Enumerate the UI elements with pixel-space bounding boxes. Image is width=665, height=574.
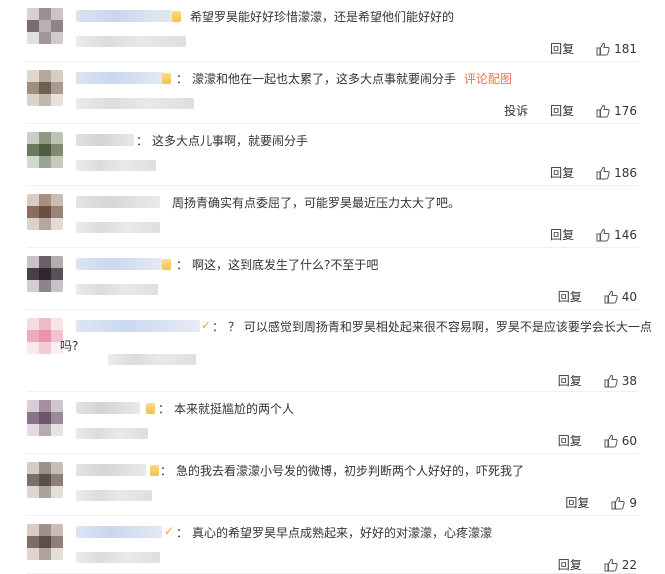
like-button[interactable]: 22 [604, 558, 637, 572]
comment-actions: 回复 146 [550, 226, 637, 243]
username-blurred[interactable] [76, 526, 162, 538]
vip-verified-icon: ✓ [164, 524, 175, 538]
reply-button[interactable]: 回复 [558, 432, 582, 449]
avatar-subtext-blurred [76, 552, 160, 563]
like-count: 22 [621, 557, 637, 572]
vip-badge-icon [162, 259, 171, 270]
report-button[interactable]: 投诉 [504, 102, 528, 119]
avatar[interactable] [27, 256, 63, 292]
comment-item: ✓ ：真心的希望罗昊早点成熟起来，好好的对濛濛，心疼濛濛 回复 22 [0, 516, 665, 574]
thumbs-up-icon [596, 166, 610, 180]
reply-button[interactable]: 回复 [550, 102, 574, 119]
avatar-subtext-blurred [76, 98, 194, 109]
username-blurred[interactable] [76, 402, 140, 414]
like-count: 9 [629, 495, 637, 510]
comment-actions: 投诉 回复 176 [504, 102, 637, 119]
vip-badge-icon [172, 11, 181, 22]
avatar-subtext-blurred [76, 284, 158, 295]
like-count: 38 [621, 373, 637, 388]
like-button[interactable]: 176 [596, 104, 637, 118]
avatar[interactable] [27, 194, 63, 230]
comment-text: 周扬青确实有点委屈了，可能罗昊最近压力太大了吧。 [172, 196, 461, 210]
like-count: 40 [621, 289, 637, 304]
comment-text: ：本来就挺尴尬的两个人 [158, 402, 295, 416]
avatar-subtext-blurred [76, 490, 152, 501]
avatar[interactable] [27, 70, 63, 106]
comment-item: ✓ ：？ 可以感觉到周扬青和罗昊相处起来很不容易啊，罗昊不是应该要学会长大一点吗… [0, 310, 665, 392]
comment-actions: 回复 9 [565, 494, 637, 511]
avatar[interactable] [27, 462, 63, 498]
like-button[interactable]: 40 [604, 290, 637, 304]
username-blurred[interactable] [76, 258, 162, 270]
thumbs-up-icon [596, 228, 610, 242]
reply-button[interactable]: 回复 [565, 494, 589, 511]
reply-button[interactable]: 回复 [550, 226, 574, 243]
reply-button[interactable]: 回复 [550, 40, 574, 57]
like-count: 146 [614, 227, 637, 242]
avatar[interactable] [27, 318, 63, 354]
thumbs-up-icon [604, 374, 618, 388]
comment-text: ：急的我去看濛濛小号发的微博，初步判断两个人好好的，吓死我了 [160, 464, 525, 478]
comment-item: ：急的我去看濛濛小号发的微博，初步判断两个人好好的，吓死我了 回复 9 [0, 454, 665, 516]
vip-badge-icon [146, 403, 155, 414]
avatar-subtext-blurred [108, 354, 196, 365]
username-blurred[interactable] [76, 196, 160, 208]
comment-actions: 回复 186 [550, 164, 637, 181]
comment-picture-link[interactable]: 评论配图 [464, 72, 512, 86]
like-button[interactable]: 60 [604, 434, 637, 448]
avatar[interactable] [27, 400, 63, 436]
comment-item: 希望罗昊能好好珍惜濛濛，还是希望他们能好好的 回复 181 [0, 0, 665, 62]
comment-actions: 回复 40 [558, 288, 637, 305]
comment-text: 希望罗昊能好好珍惜濛濛，还是希望他们能好好的 [190, 10, 455, 24]
avatar-subtext-blurred [76, 428, 148, 439]
like-count: 176 [614, 103, 637, 118]
like-count: 186 [614, 165, 637, 180]
comment-item: ：本来就挺尴尬的两个人 回复 60 [0, 392, 665, 454]
avatar-subtext-blurred [76, 36, 186, 47]
like-button[interactable]: 146 [596, 228, 637, 242]
thumbs-up-icon [604, 290, 618, 304]
thumbs-up-icon [596, 104, 610, 118]
username-blurred[interactable] [76, 72, 164, 84]
comment-text: ：啊这，这到底发生了什么?不至于吧 [176, 258, 379, 272]
avatar[interactable] [27, 132, 63, 168]
username-blurred[interactable] [76, 134, 134, 146]
comment-item: ：啊这，这到底发生了什么?不至于吧 回复 40 [0, 248, 665, 310]
comment-text: ：濛濛和他在一起也太累了，这多大点事就要闹分手 评论配图 [176, 72, 512, 86]
thumbs-up-icon [604, 558, 618, 572]
avatar-subtext-blurred [76, 222, 160, 233]
avatar[interactable] [27, 524, 63, 560]
comment-item: 周扬青确实有点委屈了，可能罗昊最近压力太大了吧。 回复 146 [0, 186, 665, 248]
like-button[interactable]: 186 [596, 166, 637, 180]
comment-actions: 回复 181 [550, 40, 637, 57]
reply-button[interactable]: 回复 [558, 556, 582, 573]
comment-text: ：真心的希望罗昊早点成熟起来，好好的对濛濛，心疼濛濛 [176, 526, 493, 540]
reply-button[interactable]: 回复 [558, 288, 582, 305]
thumbs-up-icon [604, 434, 618, 448]
reply-button[interactable]: 回复 [558, 372, 582, 389]
reply-button[interactable]: 回复 [550, 164, 574, 181]
vip-badge-icon [150, 465, 159, 476]
avatar-subtext-blurred [76, 160, 156, 171]
comment-item: ：这多大点儿事啊，就要闹分手 回复 186 [0, 124, 665, 186]
comment-actions: 回复 60 [558, 432, 637, 449]
like-count: 181 [614, 41, 637, 56]
username-blurred[interactable] [76, 464, 146, 476]
comment-text: ：？ 可以感觉到周扬青和罗昊相处起来很不容易啊，罗昊不是应该要学会长大一点吗? [60, 320, 652, 353]
like-button[interactable]: 38 [604, 374, 637, 388]
comment-actions: 回复 22 [558, 556, 637, 573]
like-button[interactable]: 9 [611, 496, 637, 510]
like-count: 60 [621, 433, 637, 448]
avatar[interactable] [27, 8, 63, 44]
comment-item: ：濛濛和他在一起也太累了，这多大点事就要闹分手 评论配图 投诉 回复 176 [0, 62, 665, 124]
thumbs-up-icon [611, 496, 626, 510]
username-blurred[interactable] [76, 10, 172, 22]
thumbs-up-icon [596, 42, 610, 56]
like-button[interactable]: 181 [596, 42, 637, 56]
comment-text: ：这多大点儿事啊，就要闹分手 [136, 134, 309, 148]
comment-actions: 回复 38 [558, 372, 637, 389]
vip-badge-icon [162, 73, 171, 84]
